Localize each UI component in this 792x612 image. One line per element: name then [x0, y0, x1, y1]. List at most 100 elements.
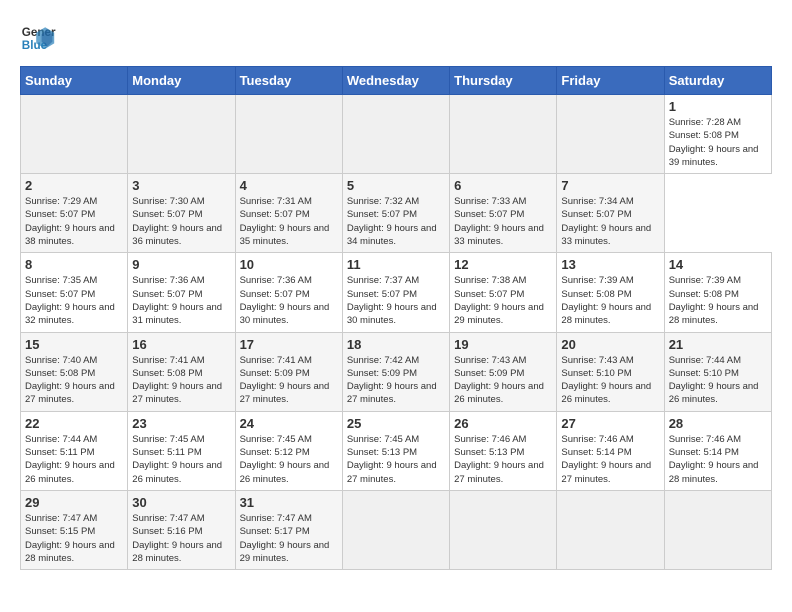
calendar-table: SundayMondayTuesdayWednesdayThursdayFrid… [20, 66, 772, 570]
day-info: Sunrise: 7:35 AMSunset: 5:07 PMDaylight:… [25, 274, 123, 327]
day-cell-18: 18Sunrise: 7:42 AMSunset: 5:09 PMDayligh… [342, 332, 449, 411]
weekday-header-friday: Friday [557, 67, 664, 95]
weekday-header-tuesday: Tuesday [235, 67, 342, 95]
empty-cell [342, 490, 449, 569]
calendar-week-1: 1 Sunrise: 7:28 AMSunset: 5:08 PMDaylight… [21, 95, 772, 174]
weekday-header-wednesday: Wednesday [342, 67, 449, 95]
day-cell-10: 10 Sunrise: 7:36 AMSunset: 5:07 PMDayligh… [235, 253, 342, 332]
day-info: Sunrise: 7:42 AMSunset: 5:09 PMDaylight:… [347, 354, 445, 407]
day-cell-7: 7 Sunrise: 7:34 AMSunset: 5:07 PMDaylight… [557, 174, 664, 253]
day-info: Sunrise: 7:33 AMSunset: 5:07 PMDaylight:… [454, 195, 552, 248]
day-number: 28 [669, 416, 767, 431]
day-cell-19: 19 Sunrise: 7:43 AMSunset: 5:09 PMDayligh… [450, 332, 557, 411]
day-cell-31: 31 Sunrise: 7:47 AMSunset: 5:17 PMDayligh… [235, 490, 342, 569]
day-cell-11: 11 Sunrise: 7:37 AMSunset: 5:07 PMDayligh… [342, 253, 449, 332]
day-info: Sunrise: 7:37 AMSunset: 5:07 PMDaylight:… [347, 274, 445, 327]
day-cell-20: 20Sunrise: 7:43 AMSunset: 5:10 PMDayligh… [557, 332, 664, 411]
calendar-week-6: 29 Sunrise: 7:47 AMSunset: 5:15 PMDayligh… [21, 490, 772, 569]
day-number: 31 [240, 495, 338, 510]
day-number: 20 [561, 337, 659, 352]
weekday-header-thursday: Thursday [450, 67, 557, 95]
day-info: Sunrise: 7:38 AMSunset: 5:07 PMDaylight:… [454, 274, 552, 327]
day-number: 19 [454, 337, 552, 352]
day-info: Sunrise: 7:47 AMSunset: 5:15 PMDaylight:… [25, 512, 123, 565]
empty-cell [342, 95, 449, 174]
weekday-header-saturday: Saturday [664, 67, 771, 95]
weekday-header-monday: Monday [128, 67, 235, 95]
day-info: Sunrise: 7:28 AMSunset: 5:08 PMDaylight:… [669, 116, 767, 169]
day-number: 12 [454, 257, 552, 272]
day-info: Sunrise: 7:31 AMSunset: 5:07 PMDaylight:… [240, 195, 338, 248]
day-cell-6: 6Sunrise: 7:33 AMSunset: 5:07 PMDaylight… [450, 174, 557, 253]
day-cell-4: 4 Sunrise: 7:31 AMSunset: 5:07 PMDaylight… [235, 174, 342, 253]
day-info: Sunrise: 7:47 AMSunset: 5:17 PMDaylight:… [240, 512, 338, 565]
day-number: 8 [25, 257, 123, 272]
day-number: 9 [132, 257, 230, 272]
day-cell-21: 21Sunrise: 7:44 AMSunset: 5:10 PMDayligh… [664, 332, 771, 411]
day-info: Sunrise: 7:46 AMSunset: 5:13 PMDaylight:… [454, 433, 552, 486]
empty-cell [664, 490, 771, 569]
day-cell-27: 27 Sunrise: 7:46 AMSunset: 5:14 PMDayligh… [557, 411, 664, 490]
weekday-header-sunday: Sunday [21, 67, 128, 95]
day-number: 15 [25, 337, 123, 352]
day-number: 24 [240, 416, 338, 431]
day-info: Sunrise: 7:34 AMSunset: 5:07 PMDaylight:… [561, 195, 659, 248]
day-info: Sunrise: 7:32 AMSunset: 5:07 PMDaylight:… [347, 195, 445, 248]
day-info: Sunrise: 7:47 AMSunset: 5:16 PMDaylight:… [132, 512, 230, 565]
day-cell-5: 5Sunrise: 7:32 AMSunset: 5:07 PMDaylight… [342, 174, 449, 253]
empty-cell [557, 490, 664, 569]
day-cell-3: 3Sunrise: 7:30 AMSunset: 5:07 PMDaylight… [128, 174, 235, 253]
day-info: Sunrise: 7:41 AMSunset: 5:08 PMDaylight:… [132, 354, 230, 407]
day-info: Sunrise: 7:45 AMSunset: 5:12 PMDaylight:… [240, 433, 338, 486]
day-number: 10 [240, 257, 338, 272]
day-number: 1 [669, 99, 767, 114]
calendar-week-4: 15 Sunrise: 7:40 AMSunset: 5:08 PMDayligh… [21, 332, 772, 411]
day-number: 21 [669, 337, 767, 352]
calendar-week-3: 8 Sunrise: 7:35 AMSunset: 5:07 PMDaylight… [21, 253, 772, 332]
day-info: Sunrise: 7:39 AMSunset: 5:08 PMDaylight:… [561, 274, 659, 327]
day-number: 11 [347, 257, 445, 272]
day-cell-26: 26Sunrise: 7:46 AMSunset: 5:13 PMDayligh… [450, 411, 557, 490]
day-cell-17: 17Sunrise: 7:41 AMSunset: 5:09 PMDayligh… [235, 332, 342, 411]
day-number: 14 [669, 257, 767, 272]
header: General Blue [20, 20, 772, 56]
day-number: 7 [561, 178, 659, 193]
logo: General Blue [20, 20, 62, 56]
day-cell-2: 2 Sunrise: 7:29 AMSunset: 5:07 PMDaylight… [21, 174, 128, 253]
day-cell-14: 14 Sunrise: 7:39 AMSunset: 5:08 PMDayligh… [664, 253, 771, 332]
day-number: 13 [561, 257, 659, 272]
day-number: 29 [25, 495, 123, 510]
empty-cell [557, 95, 664, 174]
day-number: 27 [561, 416, 659, 431]
day-cell-8: 8 Sunrise: 7:35 AMSunset: 5:07 PMDaylight… [21, 253, 128, 332]
day-info: Sunrise: 7:43 AMSunset: 5:09 PMDaylight:… [454, 354, 552, 407]
day-info: Sunrise: 7:39 AMSunset: 5:08 PMDaylight:… [669, 274, 767, 327]
empty-cell [235, 95, 342, 174]
day-cell-23: 23Sunrise: 7:45 AMSunset: 5:11 PMDayligh… [128, 411, 235, 490]
day-cell-28: 28Sunrise: 7:46 AMSunset: 5:14 PMDayligh… [664, 411, 771, 490]
day-cell-24: 24 Sunrise: 7:45 AMSunset: 5:12 PMDayligh… [235, 411, 342, 490]
day-number: 23 [132, 416, 230, 431]
day-info: Sunrise: 7:46 AMSunset: 5:14 PMDaylight:… [561, 433, 659, 486]
day-number: 30 [132, 495, 230, 510]
calendar-week-2: 2 Sunrise: 7:29 AMSunset: 5:07 PMDaylight… [21, 174, 772, 253]
empty-cell [128, 95, 235, 174]
day-cell-16: 16Sunrise: 7:41 AMSunset: 5:08 PMDayligh… [128, 332, 235, 411]
day-cell-25: 25 Sunrise: 7:45 AMSunset: 5:13 PMDayligh… [342, 411, 449, 490]
empty-cell [21, 95, 128, 174]
day-info: Sunrise: 7:40 AMSunset: 5:08 PMDaylight:… [25, 354, 123, 407]
day-number: 4 [240, 178, 338, 193]
logo-icon: General Blue [20, 20, 56, 56]
day-info: Sunrise: 7:36 AMSunset: 5:07 PMDaylight:… [132, 274, 230, 327]
day-info: Sunrise: 7:29 AMSunset: 5:07 PMDaylight:… [25, 195, 123, 248]
day-cell-22: 22Sunrise: 7:44 AMSunset: 5:11 PMDayligh… [21, 411, 128, 490]
empty-cell [450, 490, 557, 569]
day-cell-15: 15 Sunrise: 7:40 AMSunset: 5:08 PMDayligh… [21, 332, 128, 411]
day-cell-29: 29 Sunrise: 7:47 AMSunset: 5:15 PMDayligh… [21, 490, 128, 569]
day-number: 22 [25, 416, 123, 431]
day-number: 25 [347, 416, 445, 431]
day-number: 2 [25, 178, 123, 193]
day-info: Sunrise: 7:45 AMSunset: 5:13 PMDaylight:… [347, 433, 445, 486]
day-info: Sunrise: 7:36 AMSunset: 5:07 PMDaylight:… [240, 274, 338, 327]
day-cell-13: 13 Sunrise: 7:39 AMSunset: 5:08 PMDayligh… [557, 253, 664, 332]
